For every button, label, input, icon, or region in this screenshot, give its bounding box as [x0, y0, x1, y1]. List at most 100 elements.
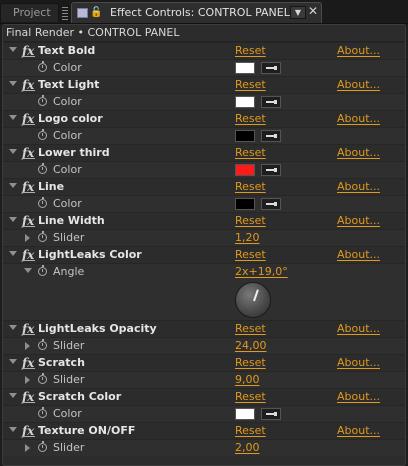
- about-button[interactable]: About...: [337, 424, 380, 437]
- disclosure-triangle-icon[interactable]: [25, 234, 30, 242]
- eyedropper-icon[interactable]: [261, 130, 281, 142]
- stopwatch-icon[interactable]: [38, 441, 47, 452]
- stopwatch-icon[interactable]: [38, 407, 47, 418]
- panel-icon: [77, 8, 88, 18]
- tab-project[interactable]: Project: [0, 3, 59, 22]
- stopwatch-icon[interactable]: [38, 339, 47, 350]
- effect-row[interactable]: fx Scratch Color Reset About...: [3, 388, 405, 405]
- property-row: Color: [3, 127, 405, 144]
- reset-button[interactable]: Reset: [235, 356, 266, 369]
- property-value[interactable]: 9,00: [235, 373, 260, 386]
- about-button[interactable]: About...: [337, 112, 380, 125]
- disclosure-triangle-icon[interactable]: [9, 325, 17, 330]
- disclosure-triangle-icon[interactable]: [9, 183, 17, 188]
- property-value[interactable]: 1,20: [235, 231, 260, 244]
- stopwatch-icon[interactable]: [38, 231, 47, 242]
- property-value[interactable]: 24,00: [235, 339, 267, 352]
- about-button[interactable]: About...: [337, 322, 380, 335]
- about-button[interactable]: About...: [337, 248, 380, 261]
- disclosure-triangle-icon[interactable]: [9, 149, 17, 154]
- stopwatch-icon[interactable]: [38, 95, 47, 106]
- eyedropper-icon[interactable]: [261, 96, 281, 108]
- property-name: Color: [53, 407, 82, 420]
- stopwatch-icon[interactable]: [38, 163, 47, 174]
- eyedropper-icon[interactable]: [261, 408, 281, 420]
- eyedropper-icon[interactable]: [261, 62, 281, 74]
- effect-row[interactable]: fx Text Bold Reset About...: [3, 42, 405, 59]
- property-value[interactable]: 2x+19,0°: [235, 265, 288, 278]
- disclosure-triangle-icon[interactable]: [9, 115, 17, 120]
- reset-button[interactable]: Reset: [235, 112, 266, 125]
- reset-button[interactable]: Reset: [235, 248, 266, 261]
- reset-button[interactable]: Reset: [235, 44, 266, 57]
- tab-effect-controls-label: Effect Controls: CONTROL PANEL: [110, 6, 290, 19]
- fx-underline: [23, 192, 35, 193]
- property-row: Slider 2,00: [3, 439, 405, 456]
- disclosure-triangle-icon[interactable]: [25, 342, 30, 350]
- color-swatch[interactable]: [235, 96, 255, 108]
- dropdown-icon[interactable]: ▼: [290, 6, 306, 19]
- effect-row[interactable]: fx Lower third Reset About...: [3, 144, 405, 161]
- about-button[interactable]: About...: [337, 214, 380, 227]
- effect-row[interactable]: fx Logo color Reset About...: [3, 110, 405, 127]
- close-icon[interactable]: ✕: [308, 4, 318, 18]
- about-button[interactable]: About...: [337, 146, 380, 159]
- effect-name: LightLeaks Color: [38, 248, 142, 261]
- fx-underline: [23, 402, 35, 403]
- stopwatch-icon[interactable]: [38, 265, 47, 276]
- about-button[interactable]: About...: [337, 180, 380, 193]
- disclosure-triangle-icon[interactable]: [25, 376, 30, 384]
- tab-effect-controls[interactable]: 🔓 Effect Controls: CONTROL PANEL ▼ ✕: [71, 2, 322, 23]
- effect-row[interactable]: fx Texture ON/OFF Reset About...: [3, 422, 405, 439]
- about-button[interactable]: About...: [337, 390, 380, 403]
- stopwatch-icon[interactable]: [38, 373, 47, 384]
- lock-icon[interactable]: 🔓: [90, 7, 102, 19]
- reset-button[interactable]: Reset: [235, 322, 266, 335]
- effect-row[interactable]: fx Line Width Reset About...: [3, 212, 405, 229]
- color-swatch[interactable]: [235, 62, 255, 74]
- stopwatch-icon[interactable]: [38, 61, 47, 72]
- disclosure-triangle-icon[interactable]: [9, 359, 17, 364]
- color-swatch[interactable]: [235, 164, 255, 176]
- disclosure-triangle-icon[interactable]: [9, 81, 17, 86]
- property-row: Slider 1,20: [3, 229, 405, 246]
- eyedropper-icon[interactable]: [261, 198, 281, 210]
- effect-row[interactable]: fx Line Reset About...: [3, 178, 405, 195]
- reset-button[interactable]: Reset: [235, 146, 266, 159]
- fx-underline: [23, 260, 35, 261]
- reset-button[interactable]: Reset: [235, 424, 266, 437]
- disclosure-triangle-icon[interactable]: [25, 444, 30, 452]
- effect-row[interactable]: fx Text Light Reset About...: [3, 76, 405, 93]
- property-value[interactable]: 2,00: [235, 441, 260, 454]
- angle-dial-area: [3, 280, 405, 320]
- about-button[interactable]: About...: [337, 78, 380, 91]
- fx-underline: [23, 90, 35, 91]
- stopwatch-icon[interactable]: [38, 197, 47, 208]
- reset-button[interactable]: Reset: [235, 390, 266, 403]
- effect-row[interactable]: fx LightLeaks Color Reset About...: [3, 246, 405, 263]
- effect-name: Line: [38, 180, 65, 193]
- effect-row[interactable]: fx LightLeaks Opacity Reset About...: [3, 320, 405, 337]
- color-swatch[interactable]: [235, 198, 255, 210]
- disclosure-triangle-icon[interactable]: [9, 251, 17, 256]
- about-button[interactable]: About...: [337, 356, 380, 369]
- effect-row[interactable]: fx Scratch Reset About...: [3, 354, 405, 371]
- disclosure-triangle-icon[interactable]: [9, 393, 17, 398]
- reset-button[interactable]: Reset: [235, 78, 266, 91]
- reset-button[interactable]: Reset: [235, 214, 266, 227]
- stopwatch-icon[interactable]: [38, 129, 47, 140]
- angle-dial[interactable]: [235, 282, 271, 318]
- fx-underline: [23, 368, 35, 369]
- disclosure-triangle-icon[interactable]: [9, 217, 17, 222]
- disclosure-triangle-icon[interactable]: [9, 427, 17, 432]
- eyedropper-icon[interactable]: [261, 164, 281, 176]
- disclosure-triangle-icon[interactable]: [24, 268, 32, 273]
- color-swatch[interactable]: [235, 130, 255, 142]
- reset-button[interactable]: Reset: [235, 180, 266, 193]
- disclosure-triangle-icon[interactable]: [9, 47, 17, 52]
- tab-grip-icon[interactable]: [62, 6, 68, 20]
- color-swatch[interactable]: [235, 408, 255, 420]
- about-button[interactable]: About...: [337, 44, 380, 57]
- property-name: Color: [53, 163, 82, 176]
- panel-tab-bar: Project 🔓 Effect Controls: CONTROL PANEL…: [0, 0, 408, 24]
